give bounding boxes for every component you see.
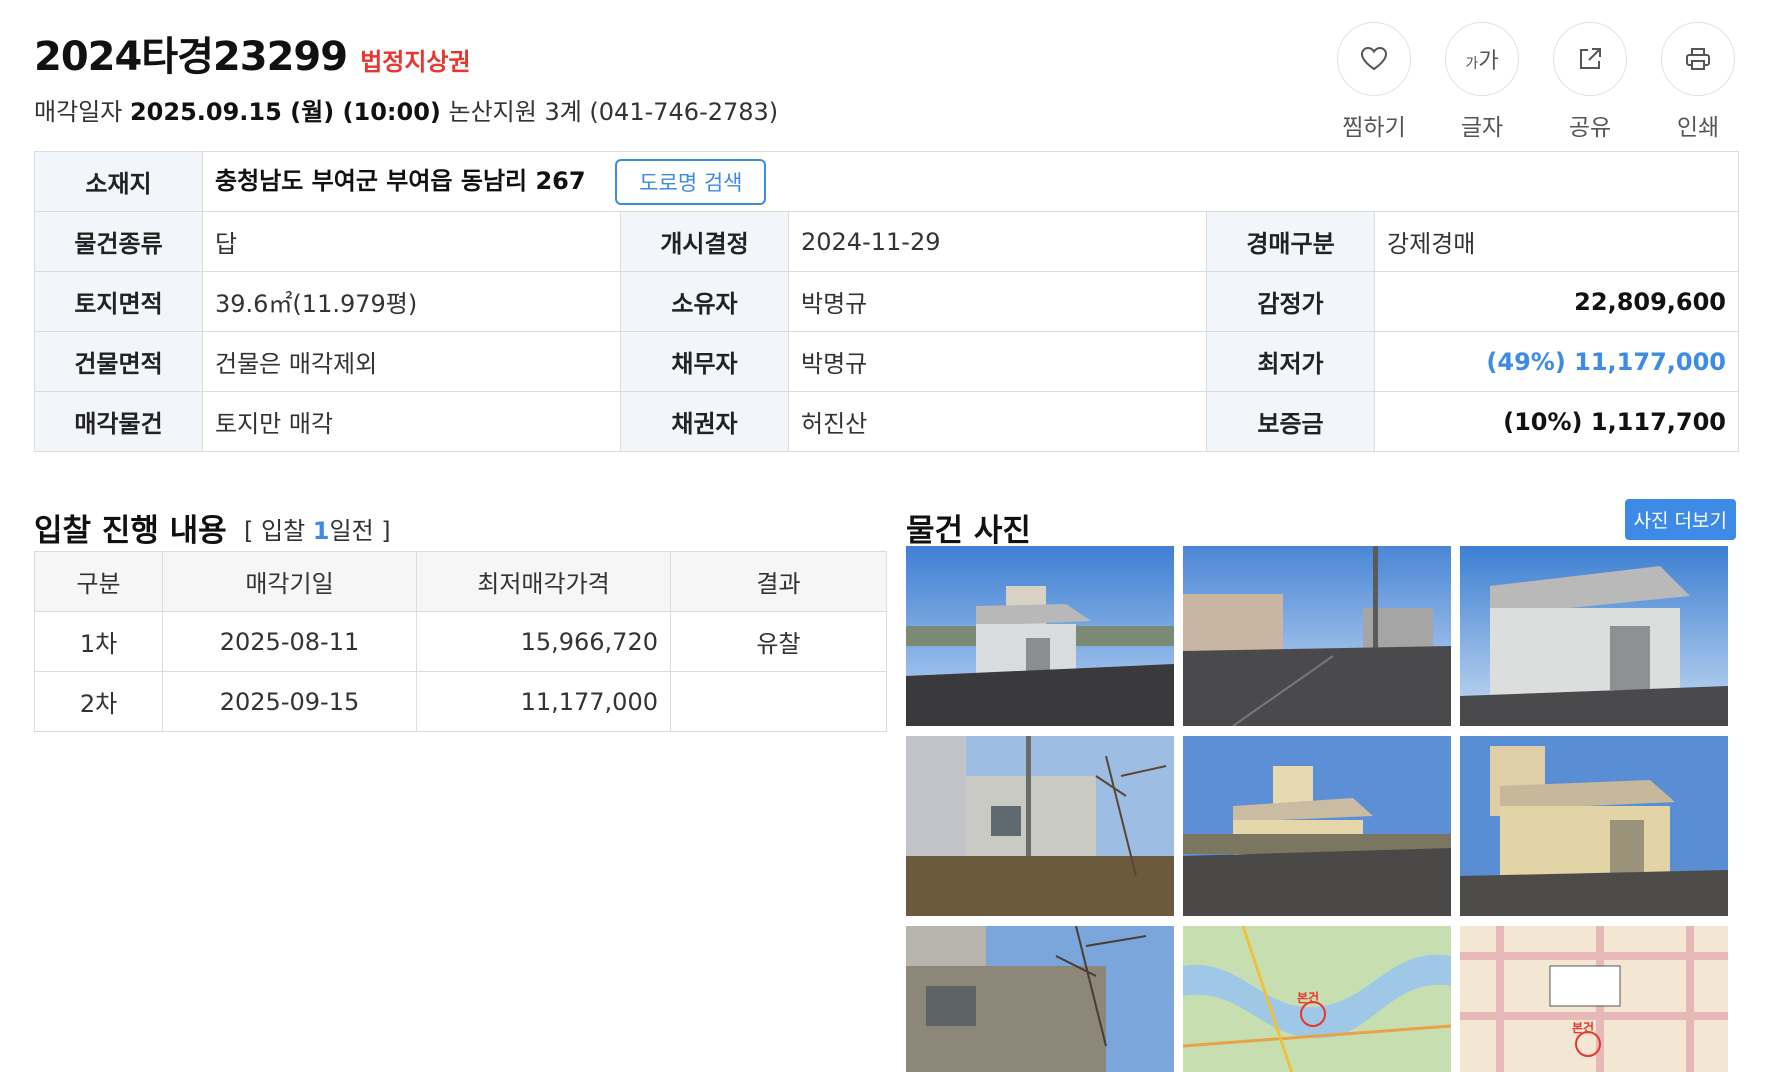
print-label: 인쇄 bbox=[1676, 115, 1720, 141]
column-header: 결과 bbox=[670, 551, 887, 612]
court-info: 논산지원 3계 (041-746-2783) bbox=[448, 98, 779, 126]
result-cell bbox=[670, 671, 887, 732]
bid-days: 1 bbox=[312, 517, 330, 545]
info-row: 토지면적 39.6㎡(11.979평) 소유자 박명규 감정가 22,809,6… bbox=[34, 271, 1739, 332]
price-cell: 15,966,720 bbox=[416, 611, 671, 672]
info-row: 매각물건 토지만 매각 채권자 허진산 보증금 (10%) 1,117,700 bbox=[34, 391, 1739, 452]
font-size-icon: 가가 bbox=[1465, 49, 1499, 74]
sale-info: 매각일자 2025.09.15 (월) (10:00) 논산지원 3계 (041… bbox=[34, 92, 778, 127]
page-header: 2024타경23299 법정지상권 매각일자 2025.09.15 (월) (1… bbox=[34, 24, 778, 127]
print-button[interactable]: 인쇄 bbox=[1660, 22, 1736, 142]
result-cell: 유찰 bbox=[670, 611, 887, 672]
auction-type-value: 강제경매 bbox=[1374, 211, 1739, 272]
road-search-button[interactable]: 도로명 검색 bbox=[615, 158, 767, 205]
column-header: 최저매각가격 bbox=[416, 551, 671, 612]
photo-section-title: 물건 사진 bbox=[906, 513, 1031, 549]
table-row: 1차 2025-08-11 15,966,720 유찰 bbox=[34, 611, 887, 672]
info-row: 건물면적 건물은 매각제외 채무자 박명규 최저가 (49%) 11,177,0… bbox=[34, 331, 1739, 392]
auction-type-label: 경매구분 bbox=[1206, 211, 1375, 272]
round-cell: 2차 bbox=[34, 671, 163, 732]
font-size-button[interactable]: 가가 글자 bbox=[1444, 22, 1520, 142]
share-icon bbox=[1580, 48, 1601, 69]
bid-header-row: 구분 매각기일 최저매각가격 결과 bbox=[34, 551, 887, 612]
location-row: 소재지 충청남도 부여군 부여읍 동남리 267 도로명 검색 bbox=[34, 151, 1739, 212]
column-header: 구분 bbox=[34, 551, 163, 612]
start-decision-label: 개시결정 bbox=[620, 211, 789, 272]
sale-object-value: 토지만 매각 bbox=[202, 391, 621, 452]
minimum-price-value: (49%) 11,177,000 bbox=[1374, 331, 1739, 392]
deposit-value: (10%) 1,117,700 bbox=[1374, 391, 1739, 452]
info-row: 물건종류 답 개시결정 2024-11-29 경매구분 강제경매 bbox=[34, 211, 1739, 272]
property-photo[interactable] bbox=[906, 926, 1174, 1072]
case-number: 2024타경23299 bbox=[34, 34, 348, 80]
table-row: 2차 2025-09-15 11,177,000 bbox=[34, 671, 887, 732]
map-marker-label: 본건 bbox=[1297, 990, 1319, 1005]
print-icon bbox=[1686, 48, 1710, 70]
location-map-detail[interactable]: 본건 bbox=[1460, 926, 1728, 1072]
minimum-price-label: 최저가 bbox=[1206, 331, 1375, 392]
date-cell: 2025-09-15 bbox=[162, 671, 417, 732]
price-cell: 11,177,000 bbox=[416, 671, 671, 732]
land-area-value: 39.6㎡(11.979평) bbox=[202, 271, 621, 332]
appraisal-label: 감정가 bbox=[1206, 271, 1375, 332]
favorite-label: 찜하기 bbox=[1342, 115, 1406, 141]
property-info-table: 소재지 충청남도 부여군 부여읍 동남리 267 도로명 검색 물건종류 답 개… bbox=[34, 151, 1739, 452]
deposit-label: 보증금 bbox=[1206, 391, 1375, 452]
action-bar: 찜하기 가가 글자 공유 인쇄 bbox=[1336, 22, 1736, 142]
creditor-label: 채권자 bbox=[620, 391, 789, 452]
location-address: 충청남도 부여군 부여읍 동남리 267 bbox=[215, 166, 586, 195]
start-decision-value: 2024-11-29 bbox=[788, 211, 1207, 272]
case-tag: 법정지상권 bbox=[360, 48, 471, 76]
property-photo[interactable] bbox=[906, 736, 1174, 916]
share-button[interactable]: 공유 bbox=[1552, 22, 1628, 142]
sale-date: 2025.09.15 (월) (10:00) bbox=[129, 98, 441, 126]
property-type-value: 답 bbox=[202, 211, 621, 272]
column-header: 매각기일 bbox=[162, 551, 417, 612]
owner-label: 소유자 bbox=[620, 271, 789, 332]
creditor-value: 허진산 bbox=[788, 391, 1207, 452]
sale-date-label: 매각일자 bbox=[34, 98, 123, 126]
favorite-button[interactable]: 찜하기 bbox=[1336, 22, 1412, 142]
debtor-value: 박명규 bbox=[788, 331, 1207, 392]
heart-icon bbox=[1360, 46, 1388, 71]
property-photo[interactable] bbox=[1183, 736, 1451, 916]
sale-object-label: 매각물건 bbox=[34, 391, 203, 452]
property-photo[interactable] bbox=[1460, 546, 1728, 726]
map-marker-label: 본건 bbox=[1572, 1020, 1594, 1035]
font-size-label: 글자 bbox=[1460, 115, 1504, 141]
share-label: 공유 bbox=[1568, 115, 1612, 141]
appraisal-value: 22,809,600 bbox=[1374, 271, 1739, 332]
location-map-wide[interactable]: 본건 bbox=[1183, 926, 1451, 1072]
round-cell: 1차 bbox=[34, 611, 163, 672]
property-photo[interactable] bbox=[1460, 736, 1728, 916]
location-label: 소재지 bbox=[34, 151, 203, 212]
date-cell: 2025-08-11 bbox=[162, 611, 417, 672]
building-area-value: 건물은 매각제외 bbox=[202, 331, 621, 392]
property-photo[interactable] bbox=[906, 546, 1174, 726]
debtor-label: 채무자 bbox=[620, 331, 789, 392]
land-area-label: 토지면적 bbox=[34, 271, 203, 332]
building-area-label: 건물면적 bbox=[34, 331, 203, 392]
more-photos-button[interactable]: 사진 더보기 bbox=[1624, 499, 1736, 540]
property-type-label: 물건종류 bbox=[34, 211, 203, 272]
property-photo[interactable] bbox=[1183, 546, 1451, 726]
bid-table: 구분 매각기일 최저매각가격 결과 1차 2025-08-11 15,966,7… bbox=[34, 551, 887, 732]
owner-value: 박명규 bbox=[788, 271, 1207, 332]
bid-section-title: 입찰 진행 내용 bbox=[34, 513, 227, 549]
bid-countdown: [ 입찰 1일전 ] bbox=[244, 517, 391, 545]
